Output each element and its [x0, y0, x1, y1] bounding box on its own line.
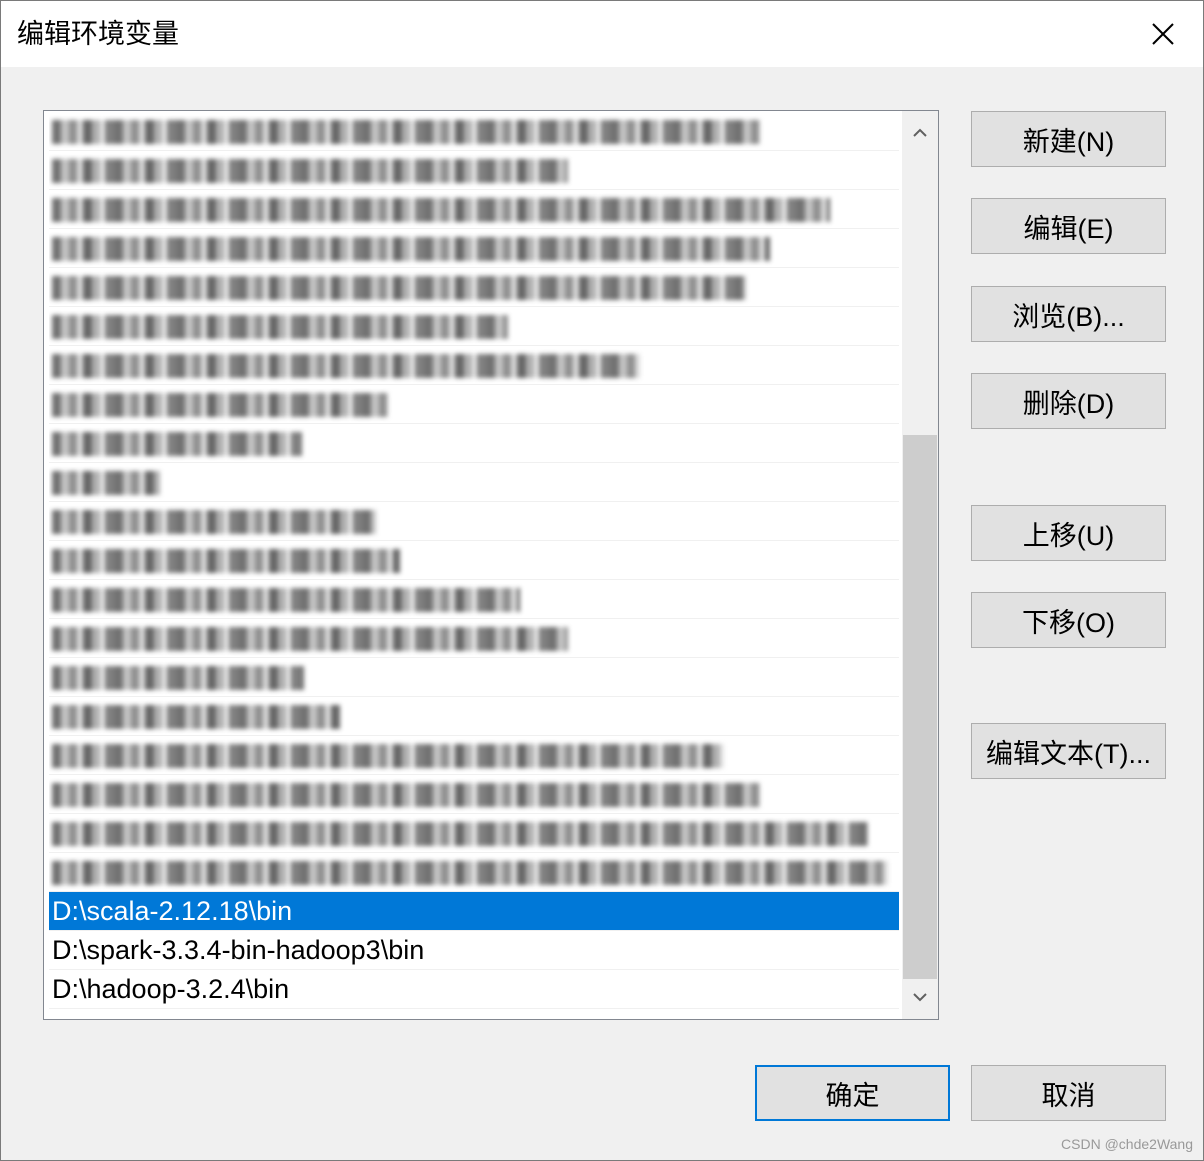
- list-item-obscured[interactable]: [49, 424, 899, 463]
- list-item-selected[interactable]: D:\scala-2.12.18\bin: [49, 892, 899, 931]
- watermark: CSDN @chde2Wang: [1061, 1136, 1193, 1152]
- move-up-button[interactable]: 上移(U): [971, 505, 1166, 561]
- scroll-down-button[interactable]: [902, 979, 938, 1015]
- list-item-obscured[interactable]: [49, 814, 899, 853]
- list-item-obscured[interactable]: [49, 346, 899, 385]
- ok-button[interactable]: 确定: [755, 1065, 950, 1121]
- chevron-up-icon: [913, 128, 927, 137]
- delete-button[interactable]: 删除(D): [971, 373, 1166, 429]
- edit-button[interactable]: 编辑(E): [971, 198, 1166, 254]
- list-item-obscured[interactable]: [49, 151, 899, 190]
- list-item-obscured[interactable]: [49, 736, 899, 775]
- list-item-obscured[interactable]: [49, 190, 899, 229]
- edit-text-button[interactable]: 编辑文本(T)...: [971, 723, 1166, 779]
- close-icon: [1152, 23, 1174, 45]
- close-button[interactable]: [1123, 1, 1203, 67]
- list-item-obscured[interactable]: [49, 112, 899, 151]
- list-item[interactable]: D:\spark-3.3.4-bin-hadoop3\bin: [49, 931, 899, 970]
- list-item-obscured[interactable]: [49, 385, 899, 424]
- list-item[interactable]: D:\hadoop-3.2.4\bin: [49, 970, 899, 1009]
- vertical-scrollbar[interactable]: [902, 111, 938, 1019]
- move-down-button[interactable]: 下移(O): [971, 592, 1166, 648]
- list-item-obscured[interactable]: [49, 697, 899, 736]
- list-item-obscured[interactable]: [49, 268, 899, 307]
- chevron-down-icon: [913, 993, 927, 1002]
- list-item-obscured[interactable]: [49, 580, 899, 619]
- dialog-title: 编辑环境变量: [17, 19, 179, 49]
- list-item-obscured[interactable]: [49, 463, 899, 502]
- list-item-obscured[interactable]: [49, 229, 899, 268]
- list-item-obscured[interactable]: [49, 658, 899, 697]
- list-item-obscured[interactable]: [49, 619, 899, 658]
- list-item-obscured[interactable]: [49, 541, 899, 580]
- list-item-obscured[interactable]: [49, 307, 899, 346]
- path-list-items: D:\scala-2.12.18\bin D:\spark-3.3.4-bin-…: [49, 112, 899, 1009]
- new-button[interactable]: 新建(N): [971, 111, 1166, 167]
- list-item-obscured[interactable]: [49, 502, 899, 541]
- list-item-obscured[interactable]: [49, 853, 899, 892]
- browse-button[interactable]: 浏览(B)...: [971, 286, 1166, 342]
- path-list[interactable]: D:\scala-2.12.18\bin D:\spark-3.3.4-bin-…: [43, 110, 939, 1020]
- scroll-up-button[interactable]: [902, 115, 938, 151]
- edit-environment-variable-dialog: 编辑环境变量 D:\scala-2.12.18\bin D:\spark-3.3…: [0, 0, 1204, 1161]
- scrollbar-thumb[interactable]: [903, 435, 937, 979]
- list-item-obscured[interactable]: [49, 775, 899, 814]
- title-bar: 编辑环境变量: [1, 1, 1203, 67]
- cancel-button[interactable]: 取消: [971, 1065, 1166, 1121]
